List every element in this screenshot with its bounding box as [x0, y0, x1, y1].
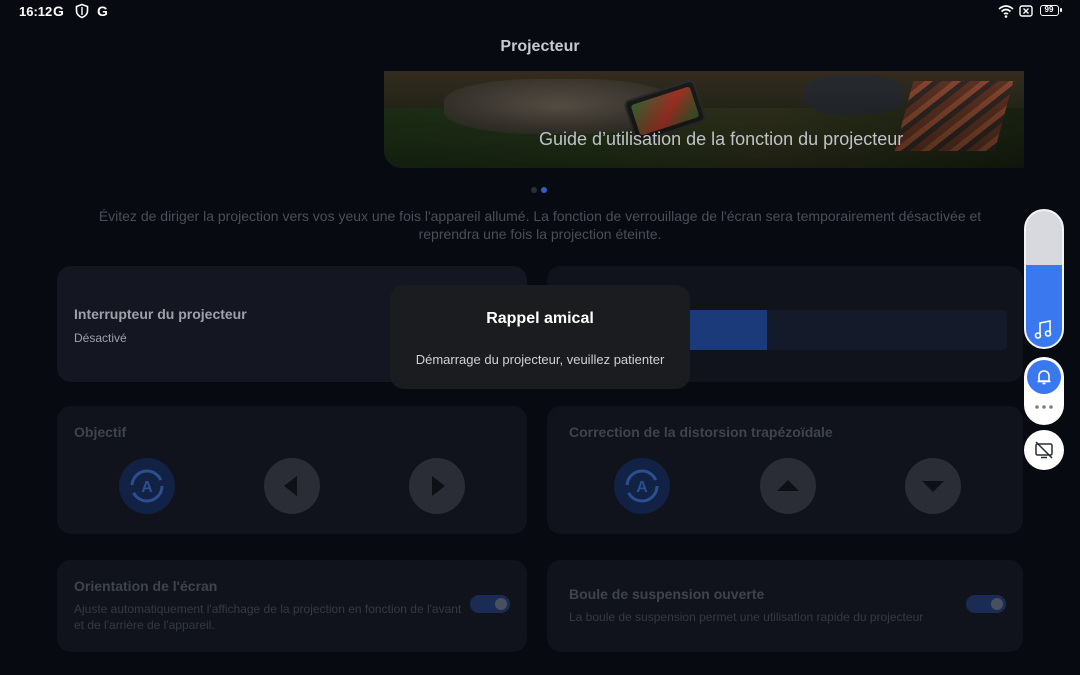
reminder-dialog: Rappel amical Démarrage du projecteur, v…	[390, 285, 690, 389]
brightness-slider[interactable]	[687, 310, 1007, 350]
floating-ball-toggle[interactable]	[966, 595, 1006, 613]
page-title: Projecteur	[500, 38, 580, 55]
projector-switch-title: Interrupteur du projecteur	[74, 306, 247, 322]
orientation-card: Orientation de l'écran Ajuste automatiqu…	[57, 560, 527, 652]
guide-banner[interactable]: Guide d’utilisation de la fonction du pr…	[384, 71, 1024, 168]
google-g-icon: G	[97, 3, 108, 19]
sim-off-icon	[1019, 5, 1033, 17]
keystone-down-button[interactable]	[905, 458, 961, 514]
svg-text:A: A	[141, 479, 153, 496]
projector-switch-status: Désactivé	[74, 331, 127, 345]
auto-focus-button[interactable]: A	[119, 458, 175, 514]
keystone-title: Correction de la distorsion trapézoïdale	[569, 424, 833, 440]
bell-button[interactable]	[1027, 360, 1061, 394]
orientation-description: Ajuste automatiquement l'affichage de la…	[74, 602, 462, 632]
arrow-left-icon	[284, 476, 297, 496]
arrow-down-icon	[922, 481, 944, 492]
carousel-dot-active[interactable]	[541, 187, 547, 193]
screen-off-button[interactable]	[1024, 430, 1064, 470]
status-time: 16:12	[19, 4, 53, 19]
screen-off-icon	[1035, 441, 1053, 459]
more-dots-icon[interactable]	[1034, 403, 1054, 411]
wifi-icon	[998, 5, 1014, 18]
music-note-icon	[1034, 320, 1052, 339]
brightness-slider-fill	[687, 310, 767, 350]
banner-caption: Guide d’utilisation de la fonction du pr…	[539, 129, 904, 149]
lens-card: Objectif A	[57, 406, 527, 534]
bell-icon	[1037, 370, 1051, 385]
battery-icon: 99	[1040, 5, 1062, 16]
lens-left-button[interactable]	[264, 458, 320, 514]
carousel-dot[interactable]	[531, 187, 537, 193]
dialog-title: Rappel amical	[486, 310, 594, 327]
auto-focus-icon: A	[130, 469, 164, 503]
arrow-right-icon	[432, 476, 445, 496]
google-g-icon: G	[53, 3, 64, 19]
orientation-toggle[interactable]	[470, 595, 510, 613]
lens-title: Objectif	[74, 424, 127, 440]
keystone-up-button[interactable]	[760, 458, 816, 514]
arrow-up-icon	[777, 480, 799, 491]
floating-ball-description: La boule de suspension permet une utilis…	[569, 610, 924, 624]
svg-text:A: A	[636, 479, 648, 496]
dialog-message: Démarrage du projecteur, veuillez patien…	[415, 352, 665, 367]
auto-keystone-button[interactable]: A	[614, 458, 670, 514]
auto-keystone-icon: A	[625, 469, 659, 503]
orientation-title: Orientation de l'écran	[74, 578, 218, 594]
floating-ball-card: Boule de suspension ouverte La boule de …	[547, 560, 1023, 652]
status-bar: 16:12 G G 99	[0, 0, 1080, 22]
side-panel-controls	[1024, 357, 1064, 425]
carousel-indicator	[531, 180, 551, 198]
battery-level: 99	[1044, 5, 1054, 14]
shield-icon	[75, 3, 89, 19]
safety-warning-text: Évitez de diriger la projection vers vos…	[98, 208, 982, 242]
keystone-card: Correction de la distorsion trapézoïdale…	[547, 406, 1023, 534]
floating-ball-title: Boule de suspension ouverte	[569, 586, 765, 602]
lens-right-button[interactable]	[409, 458, 465, 514]
volume-slider[interactable]	[1024, 209, 1064, 349]
